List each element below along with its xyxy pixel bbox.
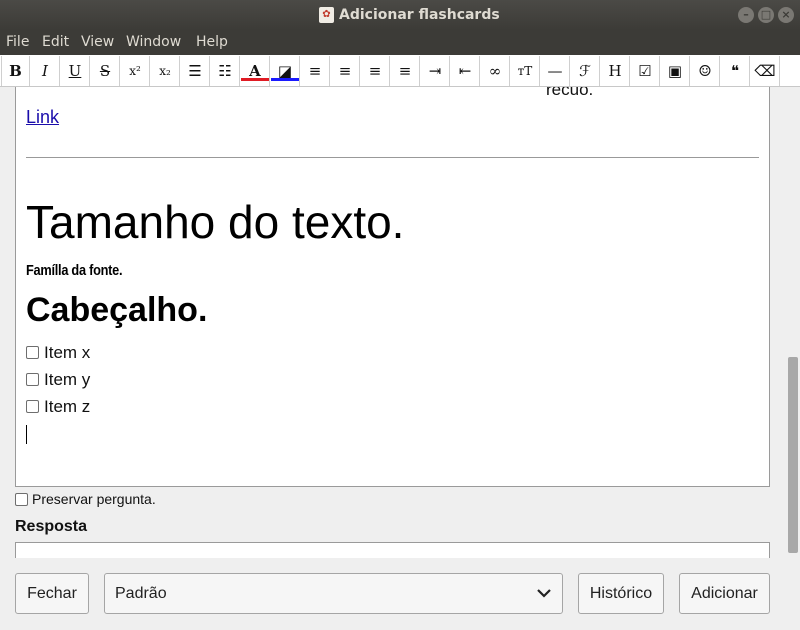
item-checkbox[interactable] xyxy=(26,346,39,359)
chevron-down-icon xyxy=(537,589,551,598)
preserve-checkbox[interactable] xyxy=(15,493,28,506)
question-editor[interactable]: recuo. Link Tamanho do texto. Famílla da… xyxy=(15,87,770,487)
justify-icon[interactable]: ≡ xyxy=(391,56,420,86)
indent-text: recuo. xyxy=(546,87,594,99)
menu-bar: File Edit View Window Help xyxy=(0,30,800,55)
menu-edit[interactable]: Edit xyxy=(42,34,69,50)
clear-format-icon[interactable]: ⌫ xyxy=(751,56,780,86)
item-label: Item x xyxy=(44,343,91,362)
scrollbar-thumb[interactable] xyxy=(788,357,798,553)
strikethrough-icon[interactable]: S xyxy=(91,56,120,86)
link-icon[interactable]: ∞ xyxy=(481,56,510,86)
deck-select[interactable]: Padrão xyxy=(104,573,563,614)
emoji-icon[interactable]: ☺ xyxy=(691,56,720,86)
numbered-list-icon[interactable]: ☷ xyxy=(211,56,240,86)
subscript-icon[interactable]: x₂ xyxy=(151,56,180,86)
checklist-item: Item y xyxy=(26,370,90,390)
answer-label: Resposta xyxy=(15,518,88,535)
title-bar: ✿ Adicionar flashcards – □ × xyxy=(0,0,800,30)
checklist-item: Item x xyxy=(26,343,90,363)
outdent-icon[interactable]: ⇤ xyxy=(451,56,480,86)
font-family-text: Famílla da fonte. xyxy=(26,262,123,279)
font-family-icon[interactable]: ℱ xyxy=(571,56,600,86)
item-checkbox[interactable] xyxy=(26,400,39,413)
menu-view[interactable]: View xyxy=(81,34,114,50)
text-size-icon[interactable]: ᴛT xyxy=(511,56,540,86)
highlight-icon[interactable]: ◪ xyxy=(271,56,300,86)
horizontal-rule-icon[interactable]: — xyxy=(541,56,570,86)
text-color-icon[interactable]: A xyxy=(241,56,270,86)
align-right-icon[interactable]: ≡ xyxy=(361,56,390,86)
deck-select-value: Padrão xyxy=(115,585,167,602)
image-icon[interactable]: ▣ xyxy=(661,56,690,86)
menu-help[interactable]: Help xyxy=(196,34,228,50)
align-center-icon[interactable]: ≡ xyxy=(331,56,360,86)
window-title: Adicionar flashcards xyxy=(339,7,500,23)
history-button[interactable]: Histórico xyxy=(578,573,664,614)
large-text: Tamanho do texto. xyxy=(26,196,405,248)
checklist-item: Item z xyxy=(26,397,90,417)
app-icon: ✿ xyxy=(319,7,334,23)
preserve-label: Preservar pergunta. xyxy=(32,491,156,507)
indent-icon[interactable]: ⇥ xyxy=(421,56,450,86)
bullet-list-icon[interactable]: ☰ xyxy=(181,56,210,86)
menu-window[interactable]: Window xyxy=(126,34,181,50)
item-checkbox[interactable] xyxy=(26,373,39,386)
checkbox-icon[interactable]: ☑ xyxy=(631,56,660,86)
superscript-icon[interactable]: x² xyxy=(121,56,150,86)
horizontal-rule xyxy=(26,157,759,158)
editor-link[interactable]: Link xyxy=(26,107,59,128)
minimize-icon[interactable]: – xyxy=(738,7,754,23)
italic-icon[interactable]: I xyxy=(31,56,60,86)
preserve-question[interactable]: Preservar pergunta. xyxy=(15,491,156,507)
align-left-icon[interactable]: ≡ xyxy=(301,56,330,86)
heading-icon[interactable]: H xyxy=(601,56,630,86)
bold-icon[interactable]: B xyxy=(1,56,30,86)
blockquote-icon[interactable]: ❝ xyxy=(721,56,750,86)
formatting-toolbar: B I U Sx² x₂ ☰ ☷ A ◪ ≡ ≡ ≡ ≡ ⇥ ⇤ ∞ ᴛT — ℱ H ☑ ▣ ☺ ❝ ⌫ xyxy=(0,55,800,87)
add-button[interactable]: Adicionar xyxy=(679,573,770,614)
heading-text: Cabeçalho. xyxy=(26,291,208,329)
close-button[interactable]: Fechar xyxy=(15,573,89,614)
menu-file[interactable]: File xyxy=(6,34,29,50)
underline-icon[interactable]: U xyxy=(61,56,90,86)
answer-field[interactable] xyxy=(15,542,770,558)
bottom-bar: Fechar Padrão Histórico Adicionar xyxy=(0,558,800,630)
close-icon[interactable]: × xyxy=(778,7,794,23)
maximize-icon[interactable]: □ xyxy=(758,7,774,23)
text-caret xyxy=(26,425,27,444)
item-label: Item y xyxy=(44,370,91,389)
item-label: Item z xyxy=(44,397,91,416)
